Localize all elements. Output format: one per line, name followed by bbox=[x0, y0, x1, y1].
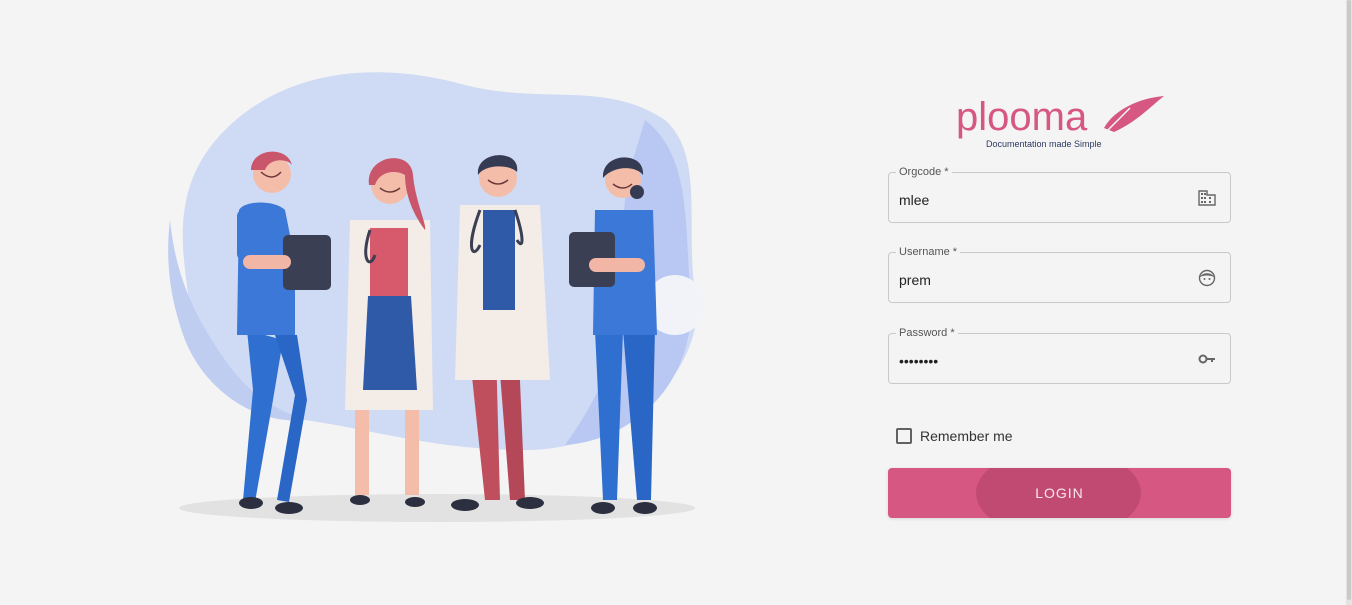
medical-team-illustration bbox=[168, 72, 705, 522]
username-value[interactable]: prem bbox=[899, 272, 931, 288]
face-icon bbox=[1198, 269, 1216, 287]
login-button[interactable]: LOGIN bbox=[888, 468, 1231, 518]
scrollbar-thumb[interactable] bbox=[1347, 0, 1351, 600]
orgcode-value[interactable]: mlee bbox=[899, 192, 929, 208]
login-button-label: LOGIN bbox=[1035, 485, 1084, 501]
svg-text:Documentation made Simple: Documentation made Simple bbox=[986, 139, 1102, 149]
key-icon bbox=[1198, 354, 1215, 364]
password-field[interactable]: Password * •••••••• bbox=[888, 327, 1231, 384]
username-label: Username * bbox=[896, 246, 961, 258]
page-scrollbar[interactable] bbox=[1346, 0, 1352, 605]
orgcode-field[interactable]: Orgcode * mlee bbox=[888, 166, 1231, 223]
password-value[interactable]: •••••••• bbox=[899, 353, 938, 369]
remember-me[interactable]: Remember me bbox=[896, 426, 1013, 446]
doctor-man-figure bbox=[451, 155, 550, 511]
username-field[interactable]: Username * prem bbox=[888, 246, 1231, 303]
password-label: Password * bbox=[896, 327, 958, 339]
orgcode-label: Orgcode * bbox=[896, 166, 952, 178]
plooma-logo: plooma Documentation made Simple bbox=[956, 95, 1164, 149]
svg-text:plooma: plooma bbox=[956, 95, 1088, 139]
remember-me-checkbox[interactable] bbox=[896, 428, 912, 444]
building-icon bbox=[1198, 190, 1216, 206]
remember-me-label: Remember me bbox=[920, 428, 1013, 444]
